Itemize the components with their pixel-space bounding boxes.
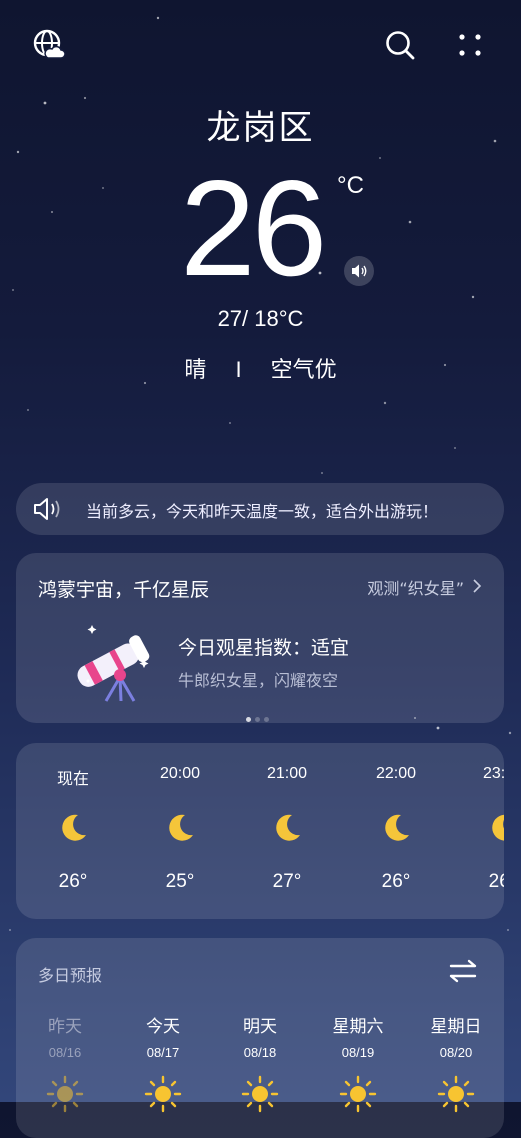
hour-temp: 26° bbox=[58, 871, 88, 892]
hour-item: 21:00 27° bbox=[252, 765, 322, 893]
daily-forecast-title: 多日预报 bbox=[38, 966, 103, 985]
day-name: 明天 bbox=[243, 1017, 277, 1037]
more-dots-icon[interactable] bbox=[453, 28, 487, 62]
day-name: 今天 bbox=[146, 1017, 180, 1037]
sun-icon bbox=[46, 1075, 84, 1113]
city-name: 龙岗区 bbox=[206, 108, 315, 148]
moon-icon bbox=[62, 814, 86, 841]
globe-cloud-icon[interactable] bbox=[32, 28, 66, 62]
speaker-icon bbox=[352, 264, 367, 278]
daily-forecast-card[interactable]: 多日预报 昨天 08/16 今天 08/17 明天 08/18 星期六 08/1… bbox=[16, 938, 504, 1138]
temperature-range: 27/ 18°C bbox=[217, 306, 304, 331]
day-item[interactable]: 星期六 08/19 bbox=[318, 1012, 398, 1118]
day-date: 08/18 bbox=[243, 1045, 277, 1060]
stargazing-card[interactable]: 鸿蒙宇宙，千亿星辰 观测“织女星” 今日观星指数：适宜 牛郎织女星，闪耀夜空 bbox=[16, 553, 504, 723]
stargazing-title: 鸿蒙宇宙，千亿星辰 bbox=[38, 579, 210, 601]
swap-view-icon[interactable] bbox=[448, 958, 478, 984]
moon-icon bbox=[276, 814, 300, 841]
observe-star-link[interactable]: 观测“织女星” bbox=[367, 575, 464, 599]
notice-text: 当前多云，今天和昨天温度一致，适合外出游玩！ bbox=[86, 502, 439, 521]
hour-item: 20:00 25° bbox=[145, 765, 215, 893]
day-date: 08/17 bbox=[146, 1045, 180, 1060]
search-icon[interactable] bbox=[383, 28, 417, 62]
sun-icon bbox=[241, 1075, 279, 1113]
day-date: 08/20 bbox=[439, 1045, 473, 1060]
hour-item: 22:00 26° bbox=[361, 765, 431, 893]
moon-icon bbox=[492, 814, 504, 841]
telescope-icon bbox=[77, 625, 150, 702]
day-name: 昨天 bbox=[48, 1017, 82, 1037]
air-quality[interactable]: 空气优 bbox=[271, 352, 337, 384]
hour-temp: 25° bbox=[165, 871, 195, 892]
moon-icon bbox=[169, 814, 193, 841]
hour-temp: 26° bbox=[381, 871, 411, 892]
hour-item: 现在 26° bbox=[38, 765, 108, 893]
hour-time: 现在 bbox=[56, 771, 89, 788]
condition-line: 晴 I 空气优 bbox=[0, 352, 521, 384]
weather-condition: 晴 bbox=[184, 358, 207, 383]
weather-notice-bar[interactable]: 当前多云，今天和昨天温度一致，适合外出游玩！ bbox=[16, 483, 504, 535]
hour-temp: 26° bbox=[488, 871, 504, 892]
hour-time: 20:00 bbox=[159, 765, 201, 782]
hour-time: 23:00 bbox=[482, 765, 504, 782]
day-date: 08/16 bbox=[48, 1045, 82, 1060]
day-name: 星期六 bbox=[332, 1017, 384, 1037]
day-item[interactable]: 今天 08/17 bbox=[123, 1012, 203, 1118]
day-item[interactable]: 星期日 08/20 bbox=[416, 1012, 496, 1118]
day-name: 星期日 bbox=[430, 1017, 482, 1037]
sun-icon bbox=[339, 1075, 377, 1113]
speaker-icon bbox=[34, 498, 60, 520]
stargazing-index: 今日观星指数：适宜 bbox=[178, 637, 350, 659]
current-temperature: 26 bbox=[180, 152, 327, 304]
hour-time: 21:00 bbox=[266, 765, 308, 782]
stargazing-subtitle: 牛郎织女星，闪耀夜空 bbox=[178, 671, 339, 690]
hourly-forecast-card[interactable]: 现在 26° 20:00 25° 21:00 27° 22:00 26° 23:… bbox=[16, 743, 504, 919]
chevron-right-icon[interactable] bbox=[472, 578, 482, 594]
hour-time: 22:00 bbox=[375, 765, 417, 782]
temperature-unit: °C bbox=[337, 172, 364, 199]
carousel-indicator bbox=[246, 707, 273, 726]
day-item[interactable]: 昨天 08/16 bbox=[25, 1012, 105, 1118]
moon-icon bbox=[385, 814, 409, 841]
hour-item: 23:00 26° bbox=[468, 765, 504, 893]
sun-icon bbox=[144, 1075, 182, 1113]
separator: I bbox=[235, 357, 242, 382]
sun-icon bbox=[437, 1075, 475, 1113]
hour-temp: 27° bbox=[272, 871, 302, 892]
voice-broadcast-button[interactable] bbox=[344, 256, 374, 286]
day-date: 08/19 bbox=[341, 1045, 375, 1060]
day-item[interactable]: 明天 08/18 bbox=[220, 1012, 300, 1118]
